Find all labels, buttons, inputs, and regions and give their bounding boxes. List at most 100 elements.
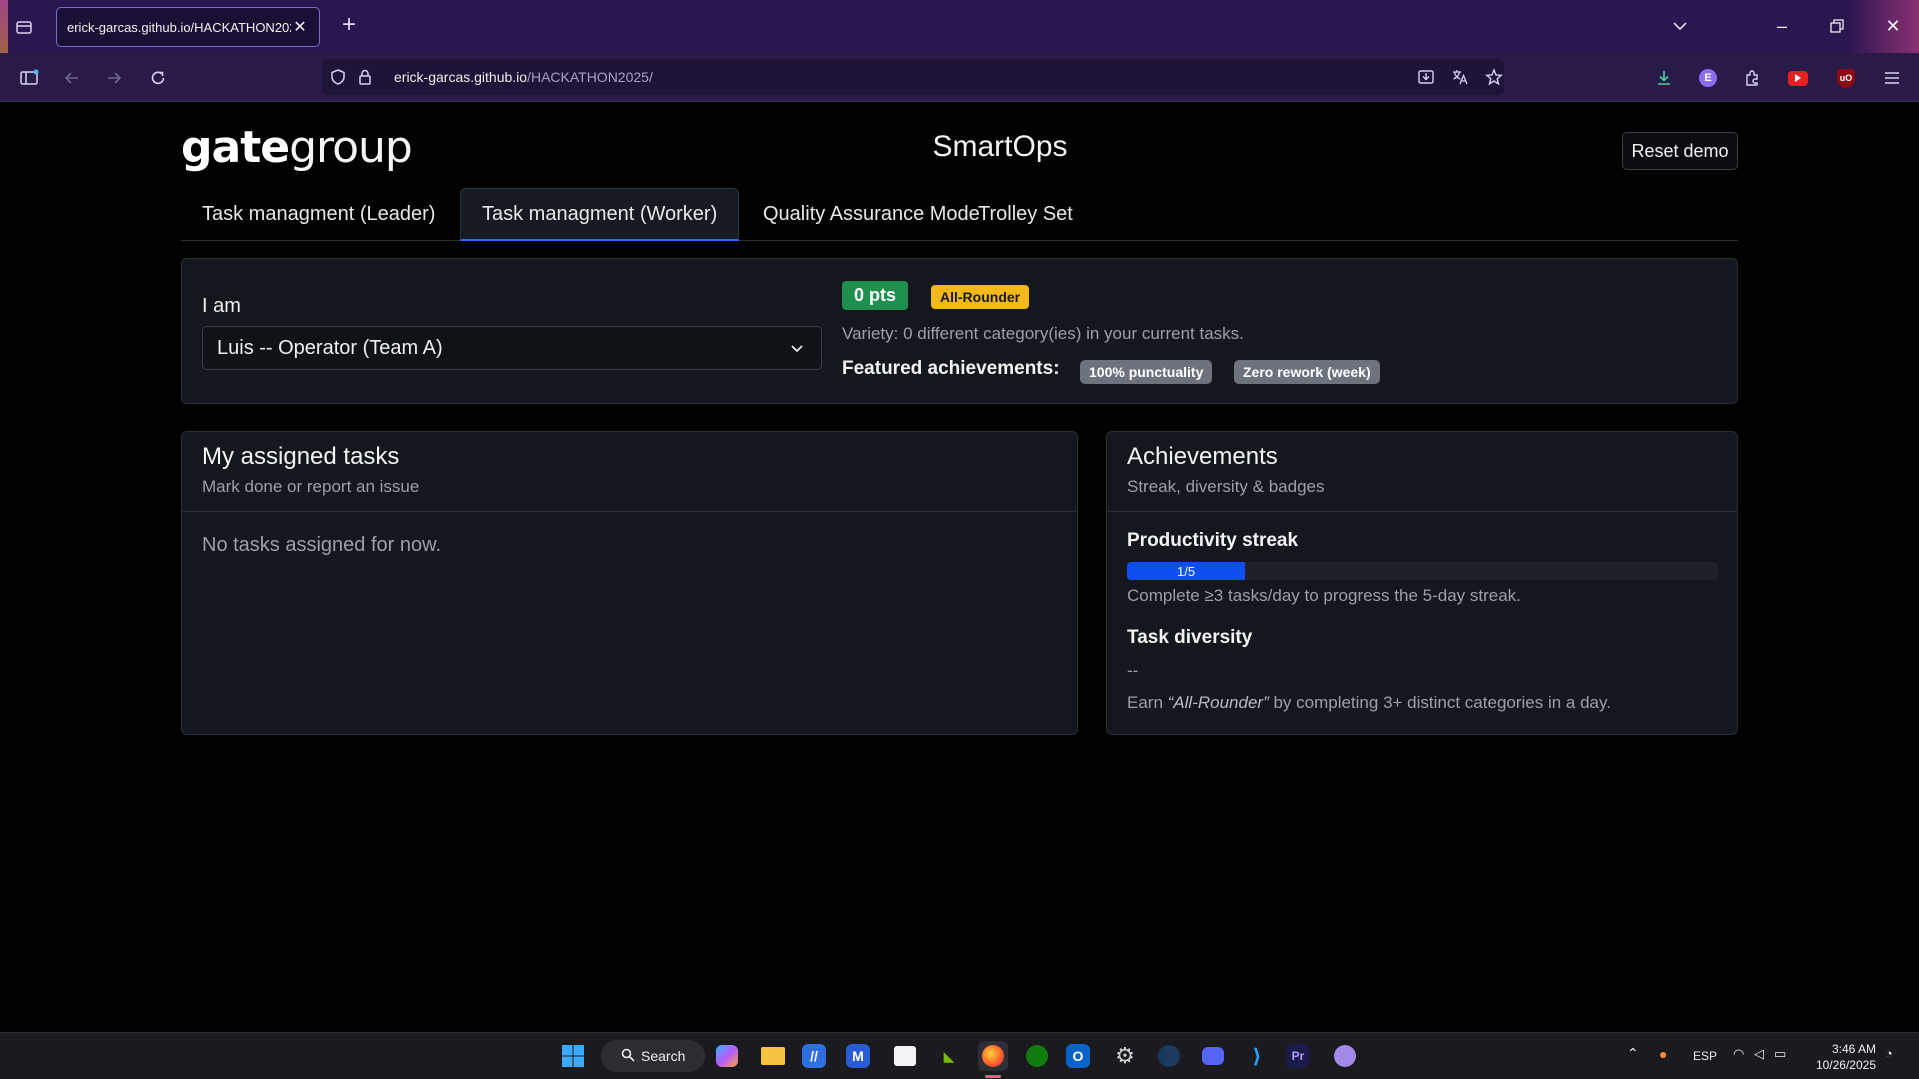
lock-icon[interactable]: [353, 65, 377, 89]
app-title: SmartOps: [932, 130, 1068, 163]
minimize-icon[interactable]: –: [1767, 12, 1797, 40]
gategroup-logo: gategroup: [181, 122, 413, 173]
diversity-note: Earn “All-Rounder” by completing 3+ dist…: [1127, 693, 1611, 713]
card-subtitle: Mark done or report an issue: [202, 477, 420, 496]
card-subtitle: Streak, diversity & badges: [1127, 477, 1325, 496]
premiere-icon[interactable]: Pr: [1286, 1044, 1310, 1068]
discord-icon[interactable]: [1198, 1041, 1228, 1071]
app-icon[interactable]: //: [802, 1044, 826, 1068]
chevron-down-icon: [787, 338, 807, 358]
logo-bold: gate: [181, 122, 290, 173]
outlook-icon[interactable]: O: [1066, 1044, 1090, 1068]
close-tab-icon[interactable]: ✕: [291, 17, 309, 37]
translate-icon[interactable]: [1448, 65, 1472, 89]
file-explorer-icon[interactable]: [758, 1041, 788, 1071]
url-path: /HACKATHON2025/: [527, 69, 653, 85]
user-select[interactable]: Luis -- Operator (Team A): [202, 326, 822, 370]
taskbar-search-label: Search: [641, 1048, 686, 1064]
logo-light: group: [289, 122, 413, 173]
url-text: erick-garcas.github.io/HACKATHON2025/: [394, 69, 653, 85]
streak-progress-fill: 1/5: [1127, 562, 1246, 580]
tab-task-management-worker[interactable]: Task managment (Worker): [460, 188, 740, 241]
account-icon[interactable]: E: [1695, 65, 1721, 91]
sidebar-icon[interactable]: [16, 65, 42, 91]
store-icon[interactable]: [890, 1041, 920, 1071]
card-title: Achievements: [1127, 443, 1278, 470]
extensions-icon[interactable]: [1739, 65, 1765, 91]
browser-tab-bar: erick-garcas.github.io/HACKATHON2025/ ✕ …: [0, 0, 1919, 53]
diversity-value: --: [1127, 661, 1139, 680]
firefox-icon[interactable]: [978, 1041, 1008, 1071]
bookmark-star-icon[interactable]: [1482, 65, 1506, 89]
input-language[interactable]: ESP: [1693, 1049, 1717, 1063]
diversity-note-em: “All-Rounder”: [1167, 693, 1269, 712]
tab-list-icon[interactable]: [12, 15, 36, 39]
url-host: erick-garcas.github.io: [394, 69, 528, 85]
download-icon[interactable]: [1651, 65, 1677, 91]
taskbar-search[interactable]: Search: [601, 1040, 705, 1072]
active-app-indicator: [985, 1075, 1001, 1078]
main-tabs: Task managment (Leader) Task managment (…: [181, 188, 1738, 241]
back-icon[interactable]: [59, 65, 85, 91]
new-tab-icon[interactable]: +: [336, 13, 362, 39]
forward-icon[interactable]: [101, 65, 127, 91]
theme-accent: [0, 0, 8, 53]
search-icon: [621, 1048, 635, 1065]
reset-demo-button[interactable]: Reset demo: [1622, 132, 1738, 170]
diversity-note-post: by completing 3+ distinct categories in …: [1268, 693, 1611, 712]
tab-task-management-leader[interactable]: Task managment (Leader): [181, 188, 456, 241]
chevron-down-icon[interactable]: [1670, 16, 1694, 38]
restore-icon[interactable]: [1822, 12, 1852, 40]
iam-label: I am: [202, 295, 241, 317]
variety-text: Variety: 0 different category(ies) in yo…: [842, 324, 1244, 343]
youtube-extension-icon[interactable]: [1785, 65, 1811, 91]
worker-profile-card: I am Luis -- Operator (Team A) 0 pts All…: [181, 258, 1738, 404]
tray-overflow-icon[interactable]: ⌃: [1627, 1045, 1639, 1062]
microphone-icon[interactable]: ●: [1659, 1046, 1667, 1062]
close-window-icon[interactable]: ✕: [1878, 12, 1908, 40]
achievement-badge: Zero rework (week): [1234, 360, 1380, 384]
steam-icon[interactable]: [1154, 1041, 1184, 1071]
ublock-icon[interactable]: uO: [1833, 65, 1859, 91]
wifi-icon[interactable]: ◠: [1733, 1046, 1744, 1062]
card-header: Achievements Streak, diversity & badges: [1107, 432, 1737, 512]
tab-trolley-set[interactable]: Trolley Set: [957, 188, 1094, 241]
xbox-icon[interactable]: [1022, 1041, 1052, 1071]
volume-icon[interactable]: ◁: [1754, 1046, 1764, 1062]
streak-progress-bar: 1/5: [1127, 562, 1718, 580]
diversity-title: Task diversity: [1127, 627, 1253, 648]
points-badge: 0 pts: [842, 281, 909, 310]
achievements-card: Achievements Streak, diversity & badges …: [1106, 431, 1738, 735]
github-icon[interactable]: [1330, 1041, 1360, 1071]
clock-date: 10/26/2025: [1815, 1058, 1876, 1072]
battery-icon[interactable]: ▭: [1774, 1046, 1786, 1062]
app-icon[interactable]: M: [846, 1044, 870, 1068]
system-clock[interactable]: 3:46 AM 10/26/2025: [1812, 1041, 1876, 1073]
diversity-note-pre: Earn: [1127, 693, 1168, 712]
vscode-icon[interactable]: ⟩: [1242, 1041, 1272, 1071]
rank-badge: All-Rounder: [931, 285, 1030, 309]
url-bar[interactable]: erick-garcas.github.io/HACKATHON2025/: [322, 59, 1504, 95]
settings-gear-icon[interactable]: ⚙: [1110, 1041, 1140, 1071]
streak-note: Complete ≥3 tasks/day to progress the 5-…: [1127, 586, 1521, 605]
copilot-icon[interactable]: [716, 1045, 738, 1067]
os-taskbar: Search // M ◣ O ⚙ ⟩ Pr ⌃ ● ESP ◠ ◁ ▭ 3:4…: [0, 1032, 1919, 1079]
assigned-tasks-card: My assigned tasks Mark done or report an…: [181, 431, 1078, 735]
menu-icon[interactable]: [1879, 65, 1905, 91]
user-select-value: Luis -- Operator (Team A): [217, 336, 443, 359]
browser-nav-bar: erick-garcas.github.io/HACKATHON2025/ E …: [0, 53, 1919, 102]
shield-icon[interactable]: [326, 65, 350, 89]
notification-bell-icon[interactable]: ◔: [1885, 1046, 1893, 1061]
save-page-icon[interactable]: [1414, 65, 1438, 89]
card-header: My assigned tasks Mark done or report an…: [182, 432, 1077, 512]
clock-time: 3:46 AM: [1831, 1042, 1876, 1056]
reload-icon[interactable]: [145, 65, 171, 91]
empty-tasks-message: No tasks assigned for now.: [202, 534, 442, 556]
browser-tab-title: erick-garcas.github.io/HACKATHON2025/: [67, 19, 291, 35]
featured-achievements-label: Featured achievements:: [842, 358, 1060, 379]
nvidia-icon[interactable]: ◣: [934, 1041, 964, 1071]
windows-start-icon[interactable]: [558, 1041, 588, 1071]
card-title: My assigned tasks: [202, 443, 400, 470]
browser-tab[interactable]: erick-garcas.github.io/HACKATHON2025/ ✕: [56, 7, 320, 47]
page: gategroup SmartOps Reset demo Task manag…: [0, 102, 1919, 1032]
